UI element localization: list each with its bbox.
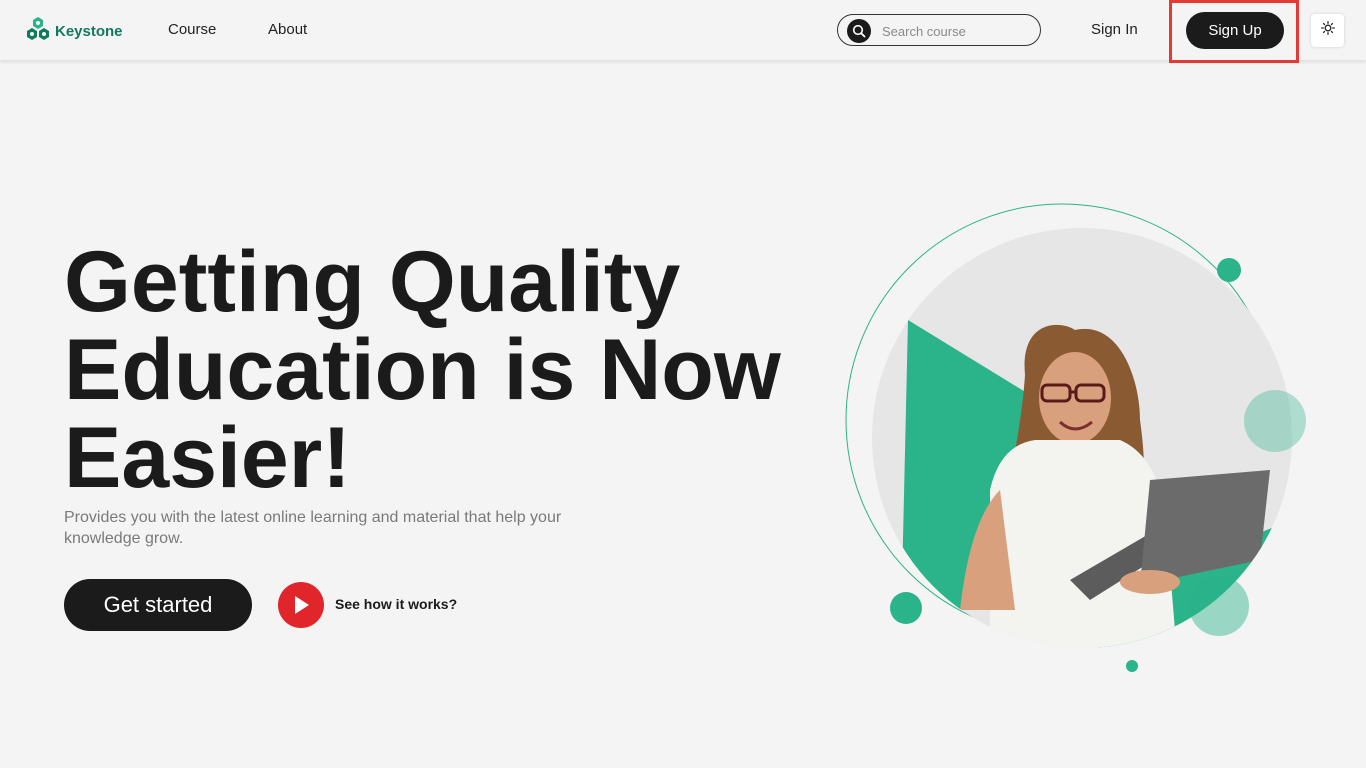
top-navbar: Keystone Course About Sign In Sign Up xyxy=(0,0,1366,63)
get-started-button[interactable]: Get started xyxy=(64,579,252,631)
nav-about-link[interactable]: About xyxy=(268,21,307,38)
see-how-it-works-link[interactable]: See how it works? xyxy=(335,596,457,612)
hero-title-line-1: Getting Quality xyxy=(64,234,681,330)
play-icon[interactable] xyxy=(278,582,324,628)
hero-subtitle: Provides you with the latest online lear… xyxy=(64,509,562,547)
hero-title-line-3: Easier! xyxy=(64,410,351,506)
theme-toggle-button[interactable] xyxy=(1311,14,1344,47)
brand-name: Keystone xyxy=(55,23,123,40)
decor-dot-1 xyxy=(1217,258,1241,282)
hero-title-line-2: Education is Now xyxy=(64,322,781,418)
search-bar xyxy=(837,14,1041,46)
hero-illustration xyxy=(820,190,1340,690)
keystone-logo-icon xyxy=(26,16,50,47)
search-icon[interactable] xyxy=(847,19,871,43)
nav-course-link[interactable]: Course xyxy=(168,21,216,38)
decor-dot-4 xyxy=(890,592,922,624)
decor-dot-3 xyxy=(1189,576,1249,636)
brand-logo[interactable]: Keystone xyxy=(26,16,123,47)
decor-dot-5 xyxy=(1126,660,1138,672)
sun-icon xyxy=(1320,21,1335,40)
sign-in-link[interactable]: Sign In xyxy=(1091,21,1138,38)
hero-title: Getting Quality Education is Now Easier! xyxy=(64,238,824,502)
decor-dot-2 xyxy=(1244,390,1306,452)
search-input[interactable] xyxy=(882,21,1032,41)
sign-up-button[interactable]: Sign Up xyxy=(1186,12,1284,49)
